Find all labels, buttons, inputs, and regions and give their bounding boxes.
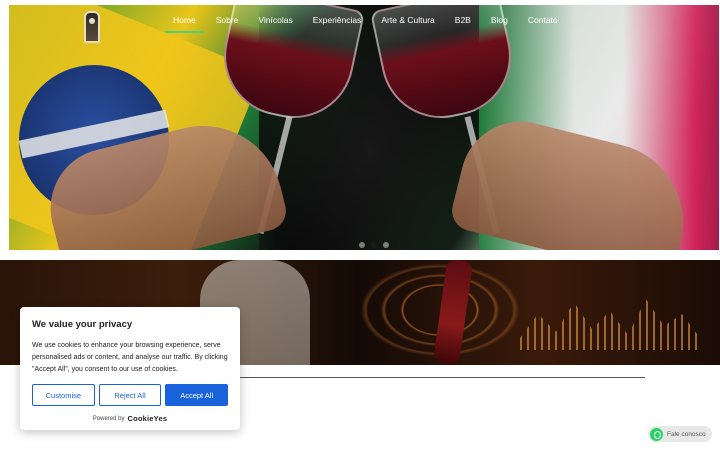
whatsapp-icon bbox=[650, 427, 663, 441]
nav-item-b2b[interactable]: B2B bbox=[445, 11, 481, 33]
slider-dot[interactable] bbox=[383, 242, 389, 248]
nav-item-contato[interactable]: Contato bbox=[518, 11, 568, 33]
reject-all-button[interactable]: Reject All bbox=[98, 384, 162, 406]
nav-item-blog[interactable]: Blog bbox=[481, 11, 518, 33]
cookie-text: We use cookies to enhance your browsing … bbox=[32, 342, 228, 373]
slider-dot-active[interactable] bbox=[371, 242, 377, 248]
powered-by: Powered by CookieYes bbox=[32, 414, 228, 423]
nav-item-vinicolas[interactable]: Vinícolas bbox=[248, 11, 302, 33]
accept-all-button[interactable]: Accept All bbox=[165, 384, 229, 406]
hero-banner bbox=[9, 5, 719, 250]
cookie-buttons: Customise Reject All Accept All bbox=[32, 384, 229, 406]
nav-item-home[interactable]: Home bbox=[163, 11, 206, 33]
slider-dot[interactable] bbox=[359, 242, 365, 248]
cookieyes-logo[interactable]: CookieYes bbox=[127, 414, 167, 423]
nav-item-sobre[interactable]: Sobre bbox=[206, 11, 249, 33]
whatsapp-chat-button[interactable]: Fale conosco bbox=[648, 426, 712, 442]
site-logo[interactable] bbox=[84, 11, 100, 43]
section-divider bbox=[240, 377, 645, 378]
customise-button[interactable]: Customise bbox=[32, 384, 95, 406]
cookie-consent-dialog: We value your privacy We use cookies to … bbox=[20, 307, 240, 430]
cookie-title: We value your privacy bbox=[32, 319, 133, 330]
nav-item-experiencias[interactable]: Experiências bbox=[303, 11, 372, 33]
whatsapp-label: Fale conosco bbox=[667, 430, 706, 438]
slider-dots bbox=[359, 242, 389, 248]
powered-by-label: Powered by bbox=[92, 415, 125, 422]
main-nav: Home Sobre Vinícolas Experiências Arte &… bbox=[163, 11, 568, 33]
nav-item-arte-cultura[interactable]: Arte & Cultura bbox=[371, 11, 444, 33]
